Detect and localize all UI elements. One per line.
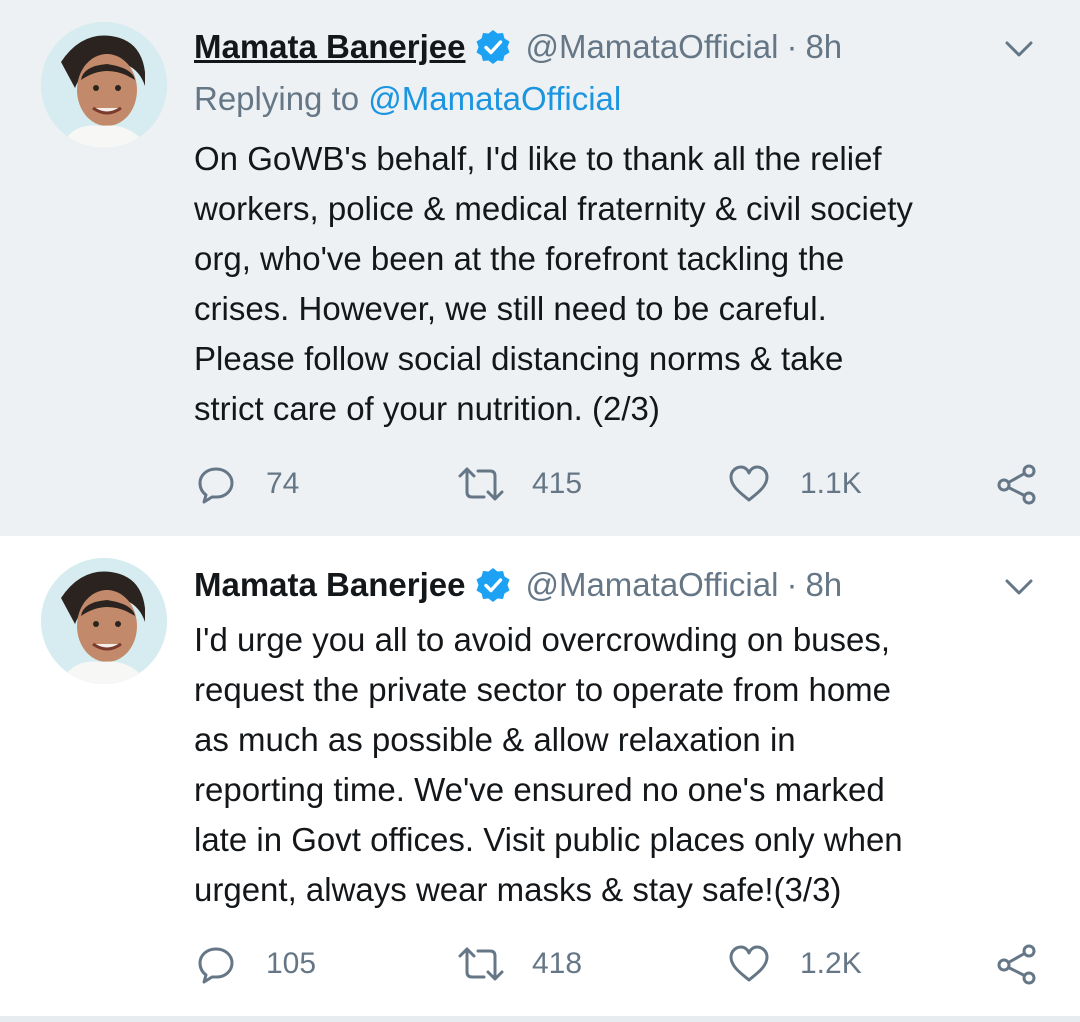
avatar[interactable] <box>41 22 167 148</box>
tweet-header: Mamata Banerjee @MamataOfficial · 8h <box>194 560 842 610</box>
replying-to-handle-link[interactable]: @MamataOfficial <box>368 80 621 117</box>
replying-to-label: Replying to <box>194 80 360 117</box>
tweet-text-line: late in Govt offices. Visit public place… <box>194 821 903 858</box>
like-count: 1.1K <box>800 467 862 500</box>
replying-to: Replying to @MamataOfficial <box>194 80 621 118</box>
timeline-divider <box>0 1016 1080 1022</box>
verified-badge-icon <box>475 29 511 65</box>
author-name[interactable]: Mamata Banerjee <box>194 28 465 66</box>
retweet-count: 418 <box>532 947 583 980</box>
tweet-time[interactable]: 8h <box>805 566 842 604</box>
tweet-text-line: workers, police & medical fraternity & c… <box>194 190 913 227</box>
tweet-text-line: strict care of your nutrition. (2/3) <box>194 390 660 427</box>
tweet-text-line: org, who've been at the forefront tackli… <box>194 240 845 277</box>
separator-dot: · <box>786 566 798 603</box>
like-button[interactable]: 1.2K <box>728 939 862 989</box>
heart-icon <box>729 945 769 982</box>
tweet-text: On GoWB's behalf, I'd like to thank all … <box>194 134 1054 434</box>
retweet-icon <box>458 947 504 981</box>
share-icon <box>997 464 1036 505</box>
tweet-text-line: On GoWB's behalf, I'd like to thank all … <box>194 140 882 177</box>
tweet-text-line: as much as possible & allow relaxation i… <box>194 721 796 758</box>
avatar-photo <box>41 22 167 148</box>
share-icon <box>997 944 1036 985</box>
tweet-text-line: crises. However, we still need to be car… <box>194 290 827 327</box>
retweet-icon <box>458 467 504 501</box>
reply-icon <box>198 467 234 504</box>
author-handle[interactable]: @MamataOfficial <box>525 566 778 604</box>
author-handle[interactable]: @MamataOfficial <box>525 28 778 66</box>
retweet-button[interactable]: 418 <box>456 939 582 989</box>
tweet-2-of-3[interactable]: Mamata Banerjee @MamataOfficial · 8h Rep… <box>0 0 1080 536</box>
tweet-text: I'd urge you all to avoid overcrowding o… <box>194 615 1054 915</box>
tweet-header: Mamata Banerjee @MamataOfficial · 8h <box>194 22 842 72</box>
tweet-text-line: I'd urge you all to avoid overcrowding o… <box>194 621 891 658</box>
tweet-text-line: reporting time. We've ensured no one's m… <box>194 771 885 808</box>
tweet-text-line: Please follow social distancing norms & … <box>194 340 844 377</box>
like-button[interactable]: 1.1K <box>728 459 862 509</box>
share-button[interactable] <box>996 459 1038 509</box>
reply-button[interactable]: 74 <box>196 459 299 509</box>
reply-count: 74 <box>266 467 300 500</box>
tweet-text-line: request the private sector to operate fr… <box>194 671 892 708</box>
retweet-button[interactable]: 415 <box>456 459 582 509</box>
retweet-count: 415 <box>532 467 583 500</box>
tweet-text-line: urgent, always wear masks & stay safe!(3… <box>194 871 842 908</box>
tweet-time[interactable]: 8h <box>805 28 842 66</box>
avatar-photo <box>41 558 167 684</box>
chevron-down-icon[interactable] <box>1002 32 1036 66</box>
author-name[interactable]: Mamata Banerjee <box>194 566 465 604</box>
tweet-actions: 74 415 1.1K <box>0 459 1080 509</box>
avatar[interactable] <box>41 558 167 684</box>
reply-button[interactable]: 105 <box>196 939 316 989</box>
verified-badge-icon <box>475 567 511 603</box>
heart-icon <box>729 465 769 502</box>
reply-icon <box>198 947 234 984</box>
reply-count: 105 <box>266 947 317 980</box>
separator-dot: · <box>786 28 798 65</box>
tweet-actions: 105 418 1.2K <box>0 939 1080 989</box>
share-button[interactable] <box>996 939 1038 989</box>
like-count: 1.2K <box>800 947 862 980</box>
tweet-3-of-3[interactable]: Mamata Banerjee @MamataOfficial · 8h I'd… <box>0 536 1080 1016</box>
chevron-down-icon[interactable] <box>1002 570 1036 604</box>
